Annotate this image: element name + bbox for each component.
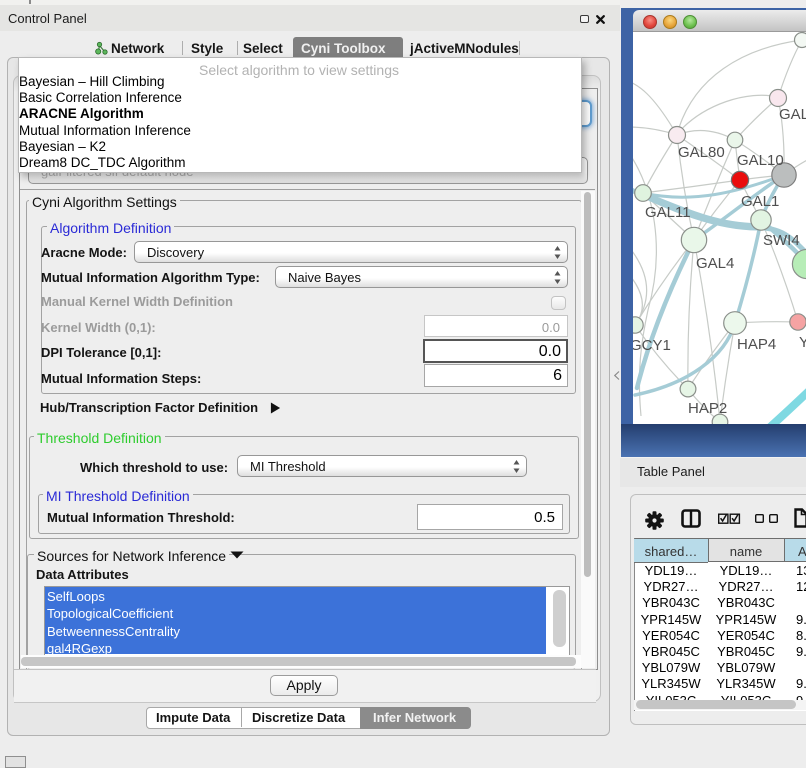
svg-text:GAL11: GAL11 xyxy=(645,204,691,221)
svg-text:GAL1: GAL1 xyxy=(741,193,779,210)
svg-text:Y: Y xyxy=(799,334,806,351)
svg-text:GAL80: GAL80 xyxy=(678,144,725,161)
svg-text:GAL10: GAL10 xyxy=(737,152,784,169)
svg-text:GAL7: GAL7 xyxy=(779,106,806,123)
svg-text:HAP4: HAP4 xyxy=(737,336,776,353)
svg-text:GAL4: GAL4 xyxy=(696,255,734,272)
svg-text:HAP2: HAP2 xyxy=(688,400,727,417)
svg-text:SWI4: SWI4 xyxy=(763,232,800,249)
svg-text:GCY1: GCY1 xyxy=(633,337,671,354)
